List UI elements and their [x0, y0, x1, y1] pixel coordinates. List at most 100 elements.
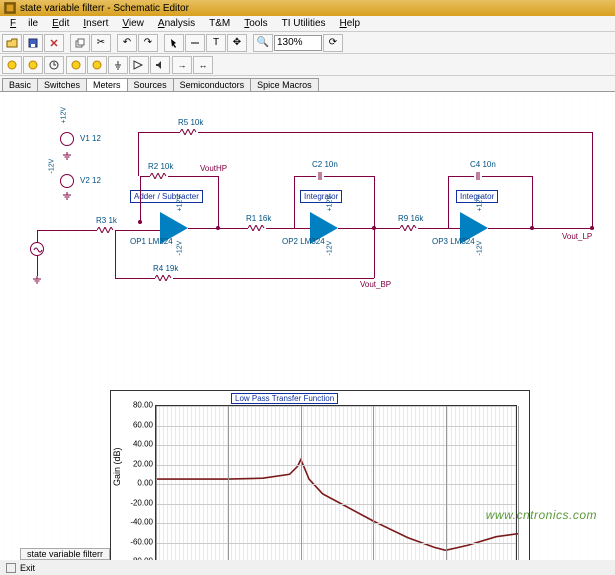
wire — [37, 230, 38, 242]
menu-analysis[interactable]: Analysis — [152, 17, 201, 30]
capacitor-c4 — [474, 172, 482, 180]
comp-amp[interactable] — [129, 56, 149, 74]
chart-vgrid — [518, 406, 519, 560]
ground-icon-3 — [32, 276, 42, 284]
copy-button[interactable] — [70, 34, 90, 52]
label-op2: OP2 LM324 — [282, 237, 325, 246]
label-c2: C2 10n — [312, 160, 338, 169]
tab-switches[interactable]: Switches — [37, 78, 87, 91]
component-category-tabs: Basic Switches Meters Sources Semiconduc… — [0, 76, 615, 92]
menu-help[interactable]: Help — [334, 17, 367, 30]
wire — [482, 176, 532, 177]
out-voutlp: Vout_LP — [562, 232, 592, 241]
wire — [374, 228, 375, 278]
app-icon — [4, 2, 16, 14]
wire — [115, 230, 116, 278]
chart-hgrid — [156, 445, 516, 446]
window-titlebar: state variable filterr - Schematic Edito… — [0, 0, 615, 16]
chart-ytick: 0.00 — [137, 479, 153, 488]
wire — [115, 278, 155, 279]
wire — [173, 278, 374, 279]
cut-button[interactable]: ✂ — [91, 34, 111, 52]
tab-semiconductors[interactable]: Semiconductors — [173, 78, 252, 91]
select-button[interactable] — [164, 34, 184, 52]
menu-insert[interactable]: Insert — [77, 17, 114, 30]
label-op1: OP1 LM324 — [130, 237, 173, 246]
chart-hgrid — [156, 504, 516, 505]
comp-both-arrow[interactable]: ↔ — [193, 56, 213, 74]
chart-hgrid — [156, 523, 516, 524]
wire — [448, 176, 449, 228]
wire — [592, 132, 593, 228]
out-voutbp: Vout_BP — [360, 280, 391, 289]
close-button[interactable] — [44, 34, 64, 52]
tab-meters[interactable]: Meters — [86, 78, 128, 91]
save-button[interactable] — [23, 34, 43, 52]
wire — [138, 132, 139, 176]
redo-button[interactable]: ↷ — [138, 34, 158, 52]
chart-vgrid — [156, 406, 157, 560]
chart-ytick: -20.00 — [130, 498, 153, 507]
comp-sun1[interactable] — [2, 56, 22, 74]
zoom-icon[interactable]: 🔍 — [253, 34, 273, 52]
wire — [168, 176, 218, 177]
status-bar: Exit — [0, 561, 41, 575]
wire — [140, 176, 150, 177]
wire-button[interactable] — [185, 34, 205, 52]
tab-sources[interactable]: Sources — [127, 78, 174, 91]
comp-vsrc[interactable] — [66, 56, 86, 74]
chart-plot-area — [155, 405, 517, 560]
menu-bar: File Edit Insert View Analysis T&M Tools… — [0, 16, 615, 32]
open-button[interactable] — [2, 34, 22, 52]
wire — [532, 176, 533, 228]
document-tab[interactable]: state variable filterr — [20, 548, 110, 560]
chart-vgrid — [301, 406, 302, 560]
wire — [140, 176, 141, 222]
wire — [198, 132, 592, 133]
menu-file[interactable]: File — [4, 17, 44, 30]
chart-hgrid — [156, 465, 516, 466]
wire — [418, 228, 460, 229]
menu-tools[interactable]: Tools — [238, 17, 273, 30]
menu-view[interactable]: View — [116, 17, 150, 30]
chart-hgrid — [156, 543, 516, 544]
wire — [294, 176, 295, 228]
comp-clock[interactable] — [44, 56, 64, 74]
wire — [37, 230, 97, 231]
rail-n12-op2: -12V — [327, 241, 334, 256]
label-r1: R1 16k — [246, 214, 271, 223]
tab-spice-macros[interactable]: Spice Macros — [250, 78, 319, 91]
menu-tm[interactable]: T&M — [203, 17, 236, 30]
rail-n12-op1: -12V — [177, 241, 184, 256]
undo-button[interactable]: ↶ — [117, 34, 137, 52]
comp-isrc[interactable] — [87, 56, 107, 74]
rail-n12-1: -12V — [49, 159, 56, 174]
rail-p12-1: +12V — [61, 107, 68, 124]
comp-sun2[interactable] — [23, 56, 43, 74]
comp-speaker[interactable] — [150, 56, 170, 74]
menu-tiutil[interactable]: TI Utilities — [276, 17, 332, 30]
resistor-r1 — [248, 225, 266, 231]
document-tabs: state variable filterr — [0, 547, 110, 561]
node — [216, 226, 220, 230]
resistor-r9 — [400, 225, 418, 231]
text-button[interactable]: T — [206, 34, 226, 52]
out-vouthp: VoutHP — [200, 164, 227, 173]
refresh-button[interactable]: ⟳ — [323, 34, 343, 52]
component-toolbar: → ↔ — [0, 54, 615, 76]
chart-vgrid — [373, 406, 374, 560]
tab-basic[interactable]: Basic — [2, 78, 38, 91]
schematic-canvas[interactable]: V1 12 V2 12 +12V -12V R3 1k Adder / Subt… — [0, 92, 615, 560]
menu-edit[interactable]: Edit — [46, 17, 75, 30]
comp-gnd[interactable] — [108, 56, 128, 74]
ground-icon-2 — [62, 192, 72, 200]
zoom-input[interactable] — [274, 35, 322, 51]
move-button[interactable]: ✥ — [227, 34, 247, 52]
wire — [338, 228, 400, 229]
schematic-diagram: V1 12 V2 12 +12V -12V R3 1k Adder / Subt… — [0, 92, 615, 312]
wire — [218, 176, 219, 228]
comp-right-arrow[interactable]: → — [172, 56, 192, 74]
chart-hgrid — [156, 484, 516, 485]
label-op3: OP3 LM324 — [432, 237, 475, 246]
chart-ytick: 40.00 — [133, 440, 153, 449]
